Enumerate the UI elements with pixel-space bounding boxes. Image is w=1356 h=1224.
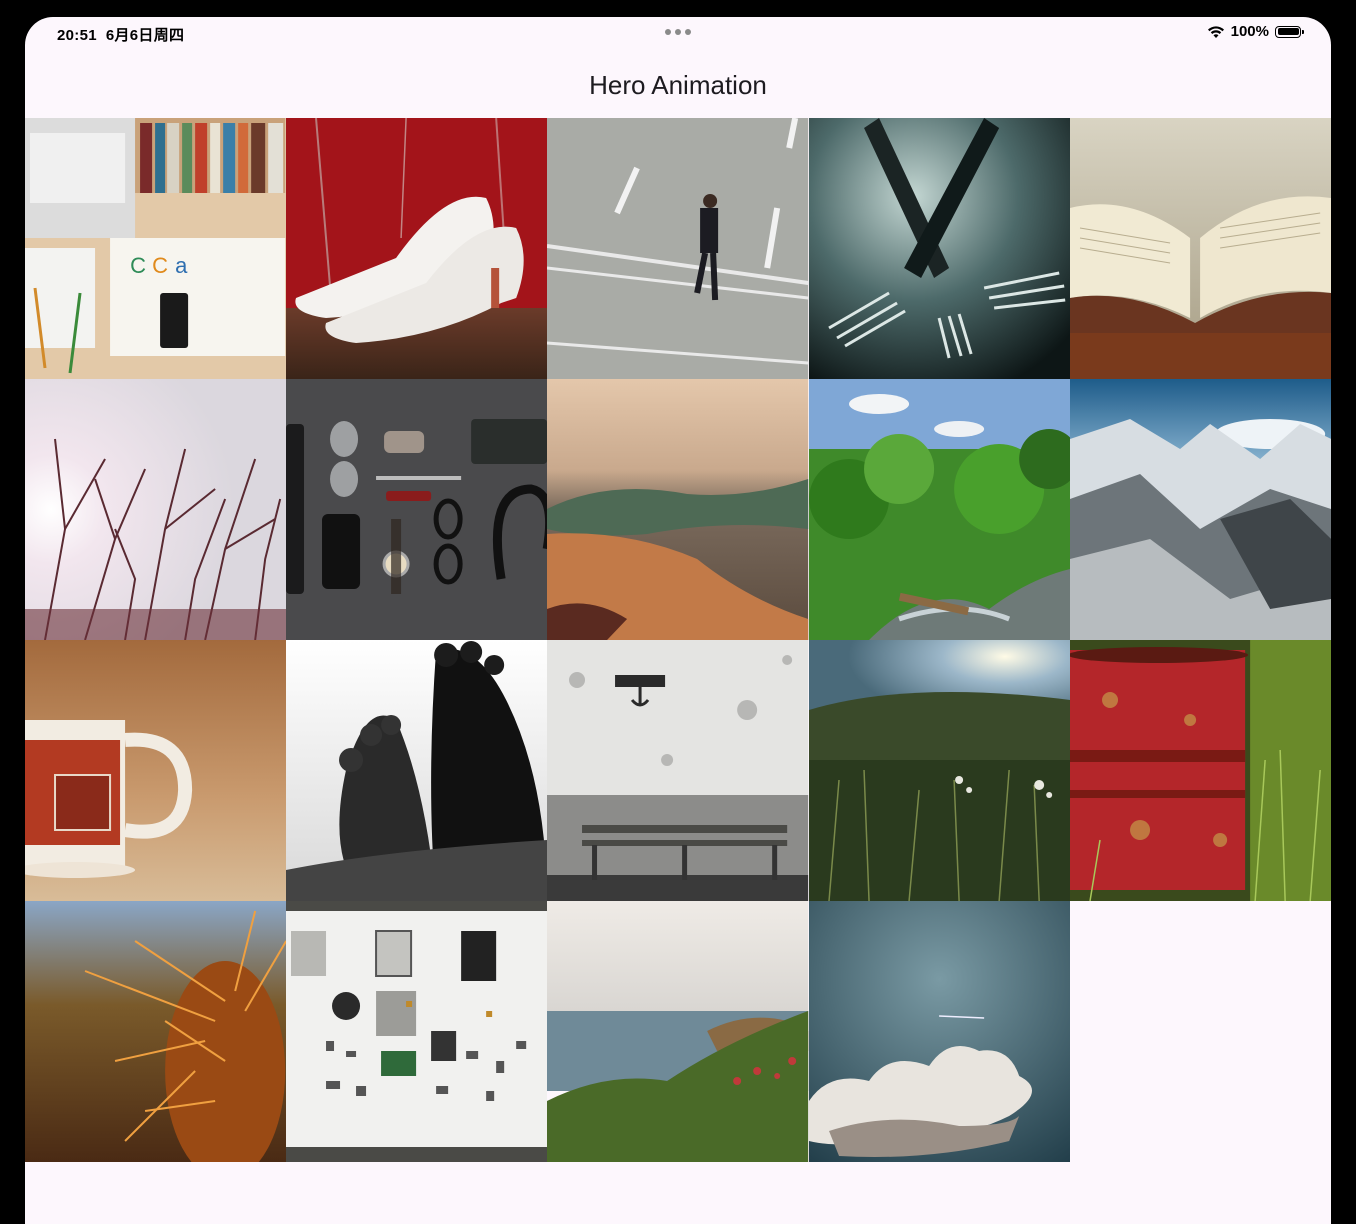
white-heels-photo[interactable]	[286, 118, 548, 379]
red-barrel-photo[interactable]	[1069, 640, 1331, 901]
camera-parts-photo[interactable]	[286, 901, 548, 1162]
feet-bw-photo[interactable]	[286, 640, 548, 901]
status-indicators: 100%	[1207, 23, 1304, 40]
bench-wall-photo[interactable]	[547, 640, 809, 901]
workspace-books-photo[interactable]: CCa	[25, 118, 287, 379]
app-window: 20:51 6月6日周四 100% Hero Animation C C a	[25, 17, 1331, 1224]
snowy-mountains-photo[interactable]	[1069, 379, 1331, 640]
forks-photo[interactable]	[808, 118, 1070, 379]
status-time: 20:51 6月6日周四	[57, 24, 184, 45]
cactus-photo[interactable]	[25, 901, 287, 1162]
status-bar: 20:51 6月6日周四 100%	[25, 17, 1331, 47]
green-valley-photo[interactable]	[808, 379, 1070, 640]
accessories-flatlay-photo[interactable]	[286, 379, 548, 640]
clock: 20:51	[57, 27, 97, 44]
battery-percent: 100%	[1230, 23, 1269, 40]
wifi-icon	[1207, 25, 1224, 38]
sea-wave-photo[interactable]	[547, 379, 809, 640]
page-title: Hero Animation	[589, 69, 767, 100]
multitasking-dots-icon[interactable]	[665, 29, 691, 35]
svg-text:C: C	[130, 253, 146, 278]
open-book-photo[interactable]	[1069, 118, 1331, 379]
cloud-sky-photo[interactable]	[808, 901, 1070, 1162]
svg-text:a: a	[175, 253, 188, 278]
date: 6月6日周四	[105, 27, 185, 44]
battery-icon	[1275, 25, 1304, 38]
photo-grid: CCa	[25, 118, 1331, 1162]
svg-text:C: C	[152, 253, 168, 278]
coast-sea-photo[interactable]	[547, 901, 809, 1162]
app-bar: Hero Animation	[25, 57, 1331, 113]
branches-sunlight-photo[interactable]	[25, 379, 287, 640]
grass-meadow-photo[interactable]	[808, 640, 1070, 901]
mug-photo[interactable]	[25, 640, 287, 901]
man-walking-road-photo[interactable]	[547, 118, 809, 379]
